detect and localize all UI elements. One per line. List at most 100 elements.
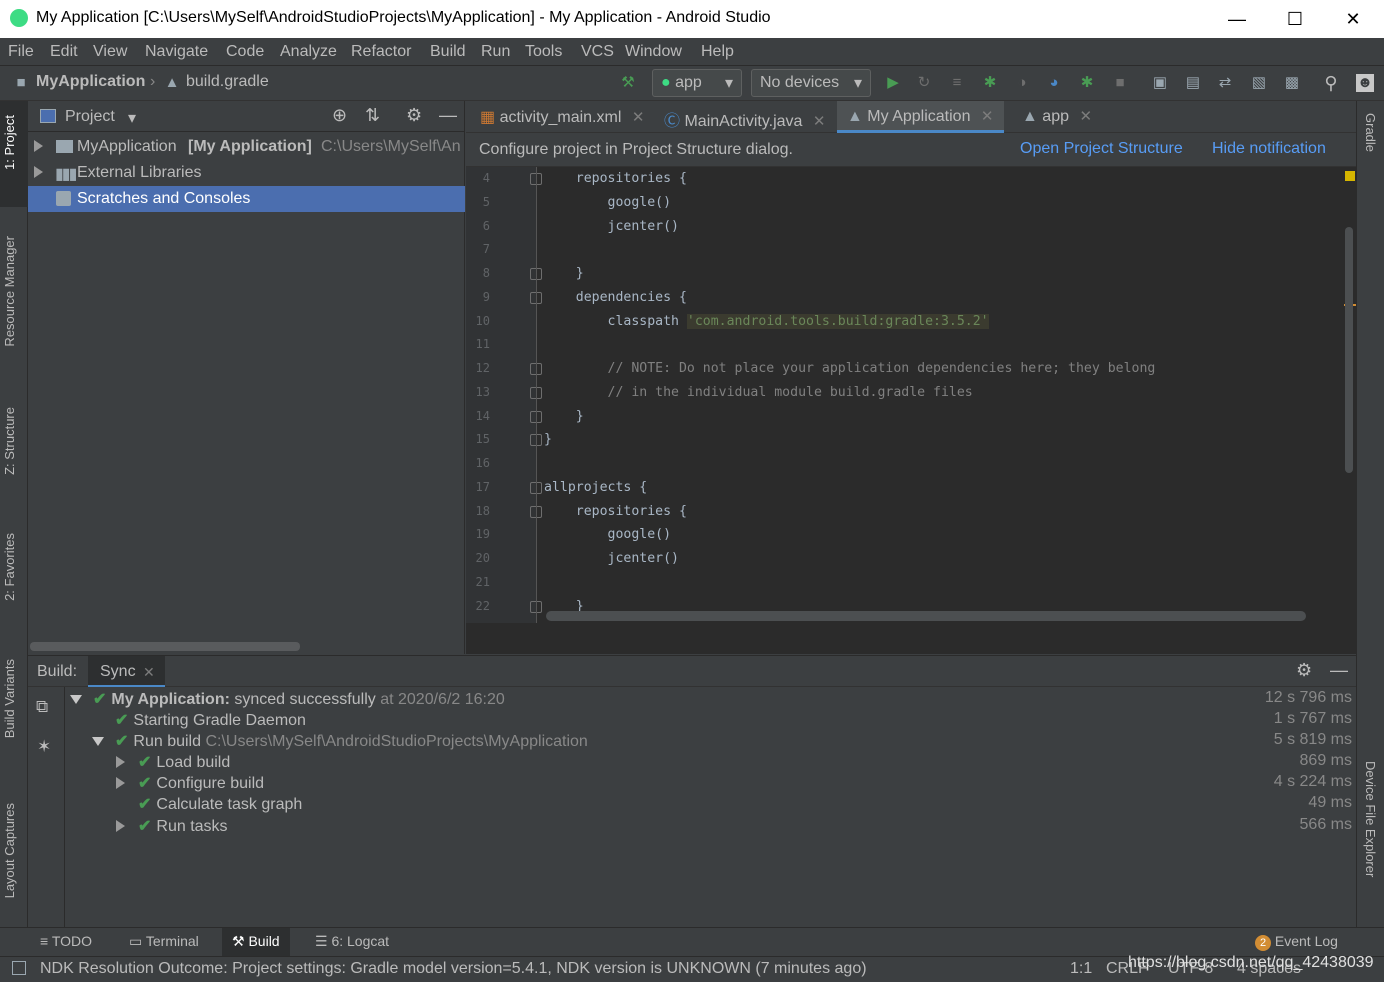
- collapse-all-icon[interactable]: ⇅: [365, 105, 380, 126]
- tool-gradle[interactable]: Gradle: [1363, 113, 1378, 152]
- project-structure-icon[interactable]: ▣: [1151, 74, 1169, 92]
- sdk-manager-icon[interactable]: ▤: [1184, 74, 1202, 92]
- breadcrumb-project[interactable]: MyApplication: [36, 73, 145, 91]
- status-message[interactable]: NDK Resolution Outcome: Project settings…: [40, 960, 867, 978]
- menu-edit[interactable]: Edit: [50, 43, 78, 61]
- tab-event-log[interactable]: 2 Event Log: [1255, 933, 1338, 951]
- close-icon[interactable]: ✕: [813, 113, 826, 130]
- run-config-select[interactable]: ● app ▾: [652, 69, 742, 97]
- code-editor[interactable]: 4 repositories {5 google() 6 jcenter() 7 8 …: [466, 167, 1346, 623]
- tab-logcat[interactable]: ☰ 6: Logcat: [315, 933, 389, 950]
- chevron-down-icon[interactable]: ▾: [128, 108, 136, 128]
- menu-vcs[interactable]: VCS: [581, 43, 614, 61]
- code-text: jcenter(): [544, 551, 679, 566]
- profile-icon[interactable]: ◕: [1045, 74, 1063, 92]
- maximize-button[interactable]: ☐: [1280, 6, 1310, 32]
- breadcrumb-file[interactable]: build.gradle: [186, 73, 269, 91]
- tab-activity-main[interactable]: ▦ activity_main.xml ✕: [470, 101, 654, 133]
- sync-gradle-icon[interactable]: ⇄: [1216, 74, 1234, 92]
- menu-view[interactable]: View: [93, 43, 127, 61]
- tool-device-file-explorer[interactable]: Device File Explorer: [1363, 761, 1378, 877]
- layout-inspector-icon[interactable]: ▩: [1283, 74, 1301, 92]
- device-select[interactable]: No devices ▾: [751, 69, 871, 97]
- menu-tools[interactable]: Tools: [525, 43, 562, 61]
- close-icon[interactable]: ✕: [1079, 108, 1092, 125]
- close-window-button[interactable]: ✕: [1338, 6, 1368, 32]
- account-icon[interactable]: ☻: [1356, 74, 1374, 92]
- tool-resource-manager[interactable]: Resource Manager: [2, 236, 17, 347]
- hide-notification-link[interactable]: Hide notification: [1212, 140, 1326, 158]
- line-number: 5: [482, 194, 490, 209]
- tool-favorites[interactable]: 2: Favorites: [2, 533, 17, 601]
- make-project-icon[interactable]: ⚒: [619, 74, 637, 92]
- expand-arrow-icon[interactable]: [34, 166, 43, 178]
- editor-horizontal-scrollbar[interactable]: [546, 611, 1306, 621]
- build-row-root[interactable]: ✔ My Application: synced successfully at …: [66, 689, 1356, 710]
- tab-terminal[interactable]: ▭ Terminal: [129, 933, 199, 950]
- tree-item-external-libraries[interactable]: ▮▮▮ External Libraries: [28, 160, 465, 186]
- close-icon[interactable]: ✕: [981, 108, 994, 125]
- build-row-task-graph[interactable]: ✔ Calculate task graph 49 ms: [66, 794, 1356, 815]
- run-icon[interactable]: ▶: [884, 74, 902, 92]
- tab-build[interactable]: ⚒ Build: [222, 928, 290, 957]
- expand-arrow-icon[interactable]: [116, 777, 125, 789]
- tool-build-variants[interactable]: Build Variants: [2, 659, 17, 738]
- tab-my-application[interactable]: ▲ My Application ✕: [837, 101, 1004, 133]
- attach-debugger-icon[interactable]: ✱: [1078, 74, 1096, 92]
- expand-arrow-icon[interactable]: [116, 756, 125, 768]
- project-view-selector[interactable]: Project: [65, 108, 115, 126]
- project-view-icon: [40, 109, 56, 123]
- build-row-load-build[interactable]: ✔ Load build 869 ms: [66, 752, 1356, 773]
- debug-icon[interactable]: ✱: [981, 74, 999, 92]
- build-row-run-tasks[interactable]: ✔ Run tasks 566 ms: [66, 816, 1356, 837]
- build-row-configure-build[interactable]: ✔ Configure build 4 s 224 ms: [66, 773, 1356, 794]
- apply-changes-icon[interactable]: ↻: [915, 74, 933, 92]
- menu-help[interactable]: Help: [701, 43, 734, 61]
- menu-refactor[interactable]: Refactor: [351, 43, 411, 61]
- expand-arrow-icon[interactable]: [34, 140, 43, 152]
- vertical-scroll-thumb[interactable]: [1345, 227, 1353, 473]
- tab-todo[interactable]: ≡ TODO: [40, 933, 92, 949]
- tool-project[interactable]: 1: Project: [2, 115, 17, 170]
- menu-code[interactable]: Code: [226, 43, 264, 61]
- menu-window[interactable]: Window: [625, 43, 682, 61]
- tab-mainactivity[interactable]: Ⓒ MainActivity.java ✕: [654, 101, 835, 133]
- menu-analyze[interactable]: Analyze: [280, 43, 337, 61]
- locate-icon[interactable]: ⊕: [332, 105, 347, 126]
- tree-item-scratches[interactable]: Scratches and Consoles: [28, 186, 465, 212]
- close-icon[interactable]: ✕: [143, 664, 155, 681]
- build-row-run-build[interactable]: ✔ Run build C:\Users\MySelf\AndroidStudio…: [66, 731, 1356, 752]
- stop-icon[interactable]: ■: [1111, 74, 1129, 92]
- menu-file[interactable]: File: [8, 43, 34, 61]
- tab-app[interactable]: ▲ app ✕: [1012, 101, 1102, 133]
- apply-code-changes-icon[interactable]: ≡: [948, 74, 966, 92]
- tool-structure[interactable]: Z: Structure: [2, 407, 17, 475]
- avd-manager-icon[interactable]: ▧: [1250, 74, 1268, 92]
- menu-navigate[interactable]: Navigate: [145, 43, 208, 61]
- collapse-arrow-icon[interactable]: [92, 737, 104, 746]
- open-project-structure-link[interactable]: Open Project Structure: [1020, 140, 1183, 158]
- caret-position[interactable]: 1:1: [1070, 960, 1092, 978]
- hide-panel-icon[interactable]: —: [1330, 660, 1348, 681]
- search-icon[interactable]: ⚲: [1322, 74, 1340, 92]
- toggle-tool-windows-icon[interactable]: [12, 961, 26, 975]
- hide-panel-icon[interactable]: —: [439, 105, 457, 126]
- minimize-button[interactable]: —: [1222, 6, 1252, 32]
- build-row-daemon[interactable]: ✔ Starting Gradle Daemon 1 s 767 ms: [66, 710, 1356, 731]
- editor-vertical-scrollbar[interactable]: [1344, 167, 1356, 623]
- menu-run[interactable]: Run: [481, 43, 510, 61]
- close-icon[interactable]: ✕: [632, 109, 645, 126]
- menu-build[interactable]: Build: [430, 43, 466, 61]
- tree-item-myapplication[interactable]: MyApplication [My Application] C:\Users\…: [28, 134, 465, 160]
- line-number: 21: [475, 574, 490, 589]
- gear-icon[interactable]: ⚙: [406, 105, 422, 126]
- expand-arrow-icon[interactable]: [116, 820, 125, 832]
- horizontal-scrollbar[interactable]: [30, 642, 300, 651]
- tool-layout-captures[interactable]: Layout Captures: [2, 803, 17, 898]
- restore-icon[interactable]: ⧉: [36, 697, 48, 717]
- collapse-arrow-icon[interactable]: [70, 695, 82, 704]
- gear-icon[interactable]: ⚙: [1296, 660, 1312, 681]
- pin-icon[interactable]: ✶: [37, 737, 51, 757]
- coverage-icon[interactable]: ◑: [1013, 74, 1031, 92]
- tab-sync[interactable]: Sync ✕: [88, 656, 165, 687]
